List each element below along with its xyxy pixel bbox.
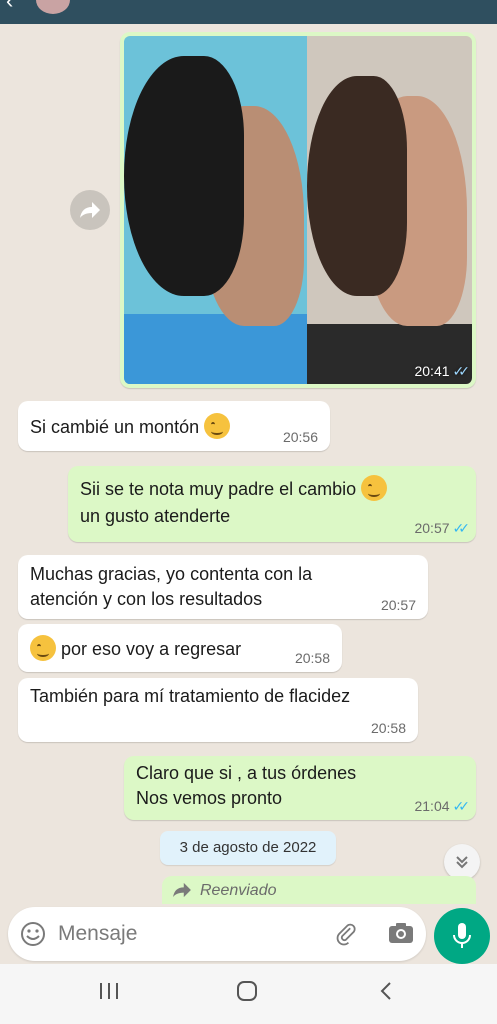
read-receipt-icon: ✓✓ xyxy=(452,363,471,379)
message-text-line2: atención y con los resultados xyxy=(30,589,263,609)
message-incoming[interactable]: También para mí tratamiento de flacidez … xyxy=(18,678,418,742)
message-time: 20:57 xyxy=(380,597,416,613)
home-icon[interactable] xyxy=(236,980,258,1002)
message-time: 20:58 xyxy=(294,650,330,666)
back-icon[interactable] xyxy=(376,980,398,1002)
forward-button[interactable] xyxy=(70,190,110,230)
message-time: 21:04 ✓✓ xyxy=(414,798,471,814)
message-time: 20:57 ✓✓ xyxy=(414,520,471,536)
date-separator: 3 de agosto de 2022 xyxy=(160,831,336,865)
message-input[interactable]: Mensaje xyxy=(58,922,137,946)
read-receipt-icon: ✓✓ xyxy=(452,798,471,814)
contact-avatar[interactable] xyxy=(36,0,70,14)
photo-timestamp: 20:41 ✓✓ xyxy=(414,363,471,379)
photo-right-half xyxy=(307,36,472,384)
message-outgoing[interactable]: Sii se te nota muy padre el cambio un gu… xyxy=(68,466,476,542)
photo-left-half xyxy=(124,36,307,384)
message-incoming[interactable]: por eso voy a regresar 20:58 xyxy=(18,624,342,672)
message-text-line1: Sii se te nota muy padre el cambio xyxy=(68,466,476,502)
paperclip-icon[interactable] xyxy=(334,921,360,947)
microphone-icon xyxy=(453,923,471,948)
grinning-emoji-icon xyxy=(361,475,388,501)
double-chevron-down-icon xyxy=(456,856,468,869)
message-text: por eso voy a regresar xyxy=(18,624,342,662)
smiling-blush-emoji-icon xyxy=(204,413,231,439)
system-navigation-bar xyxy=(0,964,497,1024)
photo-message[interactable]: 20:41 ✓✓ xyxy=(120,32,476,388)
message-outgoing[interactable]: Claro que si , a tus órdenes Nos vemos p… xyxy=(124,756,476,820)
message-time: 20:58 xyxy=(370,720,406,736)
message-text-line1: Muchas gracias, yo contenta con la xyxy=(30,564,313,584)
forward-arrow-icon xyxy=(80,202,100,218)
camera-icon[interactable] xyxy=(388,921,414,945)
message-text-line1: Claro que si , a tus órdenes xyxy=(136,763,357,783)
forwarded-arrow-icon xyxy=(173,882,191,898)
chat-header: ‹ xyxy=(0,0,497,24)
mic-button[interactable] xyxy=(434,908,490,964)
back-arrow-icon[interactable]: ‹ xyxy=(6,0,13,14)
recent-apps-icon[interactable] xyxy=(98,980,120,1002)
message-input-container[interactable]: Mensaje xyxy=(8,907,426,961)
hand-over-mouth-emoji-icon xyxy=(30,635,56,661)
message-incoming[interactable]: Muchas gracias, yo contenta con la atenc… xyxy=(18,555,428,619)
composer-bar: Mensaje xyxy=(0,904,497,964)
message-text: También para mí tratamiento de flacidez xyxy=(30,686,351,706)
read-receipt-icon: ✓✓ xyxy=(452,520,471,536)
forwarded-label: Reenviado xyxy=(200,882,277,899)
before-after-photo[interactable] xyxy=(124,36,472,384)
forwarded-message[interactable]: Reenviado xyxy=(162,876,476,904)
emoji-icon[interactable] xyxy=(20,921,46,947)
chat-area[interactable]: 20:41 ✓✓ Si cambié un montón 20:56 Sii se… xyxy=(0,24,497,904)
scroll-to-bottom-button[interactable] xyxy=(444,844,480,880)
message-time: 20:56 xyxy=(282,429,318,445)
message-incoming[interactable]: Si cambié un montón 20:56 xyxy=(18,401,330,451)
